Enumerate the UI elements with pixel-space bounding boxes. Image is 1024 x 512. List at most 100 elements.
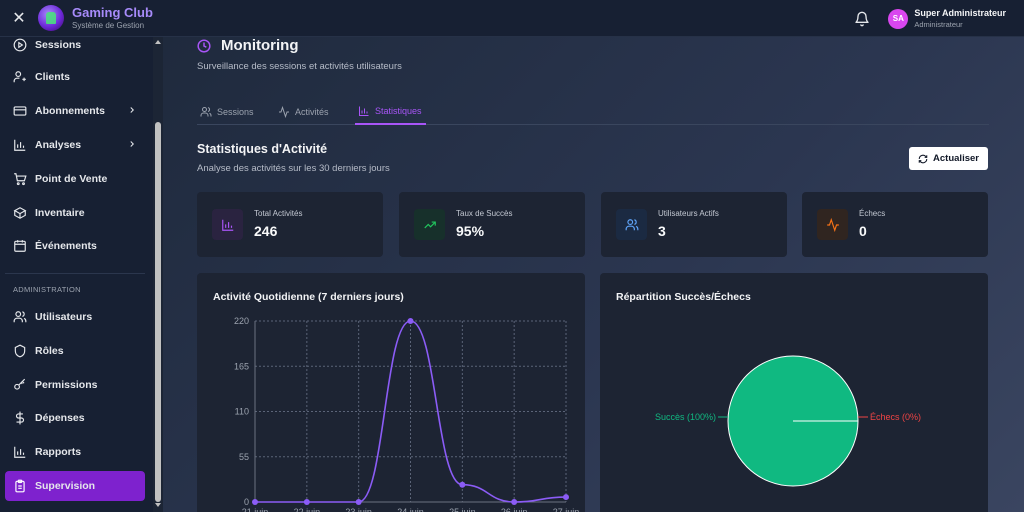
sidebar-item-point-de-vente[interactable]: Point de Vente xyxy=(5,164,145,194)
sidebar-item-label: Utilisateurs xyxy=(35,311,93,323)
stat-card-active-users: Utilisateurs Actifs 3 xyxy=(601,192,787,257)
sidebar-item-sessions[interactable]: Sessions xyxy=(5,30,145,60)
top-bar: ✕ Gaming Club Système de Gestion SA Supe… xyxy=(0,0,1024,37)
sidebar-item-permissions[interactable]: Permissions xyxy=(5,370,145,400)
sidebar-item-clients[interactable]: Clients xyxy=(5,62,145,92)
data-point xyxy=(303,499,310,505)
users-icon xyxy=(625,218,638,230)
x-tick-label: 23 juin xyxy=(345,507,372,512)
stat-icon-box xyxy=(616,209,647,240)
bell-icon[interactable] xyxy=(854,11,870,27)
data-point xyxy=(511,499,518,505)
user-plus-icon xyxy=(13,71,26,83)
sidebar-item-inventaire[interactable]: Inventaire xyxy=(5,198,145,228)
chevron-right-icon xyxy=(130,107,134,113)
tab-sessions[interactable]: Sessions xyxy=(200,99,254,125)
play-circle-icon xyxy=(13,38,27,52)
pie-label-success: Succès (100%) xyxy=(655,412,716,422)
stat-value: 0 xyxy=(859,223,867,239)
sidebar-item-supervision[interactable]: Supervision xyxy=(5,471,145,501)
x-tick-label: 24 juin xyxy=(397,507,424,512)
sidebar-item-rapports[interactable]: Rapports xyxy=(5,437,145,467)
user-name: Super Administrateur xyxy=(914,7,1006,18)
users-icon xyxy=(200,107,212,117)
activity-icon xyxy=(826,217,839,232)
app-logo xyxy=(38,5,64,31)
tab-label: Sessions xyxy=(217,107,254,117)
app-subtitle: Système de Gestion xyxy=(72,21,145,30)
stat-card-total: Total Activités 246 xyxy=(197,192,383,257)
sidebar-item-evenements[interactable]: Événements xyxy=(5,231,145,261)
dollar-icon xyxy=(15,411,25,425)
brand: Gaming Club Système de Gestion xyxy=(72,6,153,30)
data-point xyxy=(355,499,362,505)
stat-value: 246 xyxy=(254,223,278,239)
success-failure-card: Répartition Succès/Échecs Succès (100%) É… xyxy=(600,273,988,512)
clipboard-icon xyxy=(15,479,25,493)
close-icon[interactable]: ✕ xyxy=(0,8,38,28)
x-tick-label: 27 juin xyxy=(553,507,580,512)
refresh-label: Actualiser xyxy=(933,153,979,164)
sidebar-item-depenses[interactable]: Dépenses xyxy=(5,403,145,433)
sidebar-item-roles[interactable]: Rôles xyxy=(5,336,145,366)
sidebar: Sessions Clients Abonnements Analyses Po… xyxy=(0,37,163,512)
bar-chart-icon xyxy=(14,446,26,458)
success-failure-chart: Succès (100%) Échecs (0%) xyxy=(655,355,921,487)
sidebar-item-analyses[interactable]: Analyses xyxy=(5,130,145,160)
sidebar-divider xyxy=(5,273,145,274)
refresh-button[interactable]: Actualiser xyxy=(909,147,988,170)
sidebar-item-label: Point de Vente xyxy=(35,173,108,185)
x-tick-label: 25 juin xyxy=(449,507,476,512)
y-tick-label: 110 xyxy=(235,407,249,417)
stats-section-subtitle: Analyse des activités sur les 30 dernier… xyxy=(197,163,390,174)
bar-chart-icon xyxy=(221,219,233,231)
stat-card-success-rate: Taux de Succès 95% xyxy=(399,192,585,257)
bar-chart-icon xyxy=(359,106,369,116)
sidebar-item-label: Inventaire xyxy=(35,207,85,219)
sidebar-item-utilisateurs[interactable]: Utilisateurs xyxy=(5,302,145,332)
sidebar-item-label: Dépenses xyxy=(35,412,85,424)
main-content: Monitoring Surveillance des sessions et … xyxy=(163,37,1024,512)
stat-icon-box xyxy=(414,209,445,240)
x-tick-label: 21 juin xyxy=(242,507,269,512)
sidebar-item-label: Abonnements xyxy=(35,105,106,117)
tab-statistiques[interactable]: Statistiques xyxy=(355,99,426,125)
stat-card-failures: Échecs 0 xyxy=(802,192,988,257)
shield-icon xyxy=(14,344,26,358)
x-tick-label: 22 juin xyxy=(294,507,321,512)
sidebar-item-label: Permissions xyxy=(35,379,98,391)
clock-icon xyxy=(197,38,211,53)
scroll-thumb[interactable] xyxy=(155,122,161,502)
cart-icon xyxy=(14,173,27,186)
y-tick-label: 165 xyxy=(234,361,249,371)
bar-chart-icon xyxy=(14,139,26,151)
y-tick-label: 55 xyxy=(239,452,249,462)
sidebar-scrollbar[interactable] xyxy=(153,37,163,512)
tab-bar: Sessions Activités Statistiques xyxy=(197,99,989,125)
tab-activites[interactable]: Activités xyxy=(278,99,329,125)
sidebar-item-abonnements[interactable]: Abonnements xyxy=(5,96,145,126)
stat-value: 95% xyxy=(456,223,485,239)
users-icon xyxy=(13,311,27,323)
user-menu[interactable]: Super Administrateur Administrateur xyxy=(914,7,1006,29)
user-role: Administrateur xyxy=(914,19,963,29)
sidebar-item-label: Rapports xyxy=(35,446,82,458)
page-subtitle: Surveillance des sessions et activités u… xyxy=(197,61,402,72)
scroll-up-icon[interactable] xyxy=(155,39,161,45)
data-point xyxy=(252,499,258,505)
stat-label: Total Activités xyxy=(254,209,303,218)
app-name: Gaming Club xyxy=(72,5,153,20)
box-icon xyxy=(13,207,27,219)
pie-label-failure: Échecs (0%) xyxy=(870,412,921,422)
tab-label: Activités xyxy=(295,107,329,117)
y-tick-label: 0 xyxy=(244,497,249,507)
page-title: Monitoring xyxy=(197,37,298,54)
stat-label: Échecs xyxy=(859,209,886,218)
sidebar-section-label: ADMINISTRATION xyxy=(13,285,81,294)
sidebar-item-label: Clients xyxy=(35,71,71,83)
y-tick-label: 220 xyxy=(234,316,249,326)
avatar[interactable]: SA xyxy=(888,8,909,29)
scroll-down-icon[interactable] xyxy=(155,502,161,508)
sidebar-item-label: Supervision xyxy=(35,480,96,492)
daily-activity-chart: 0 55 110 165 220 21 juin 22 juin 23 juin 24 juin… xyxy=(234,316,580,512)
